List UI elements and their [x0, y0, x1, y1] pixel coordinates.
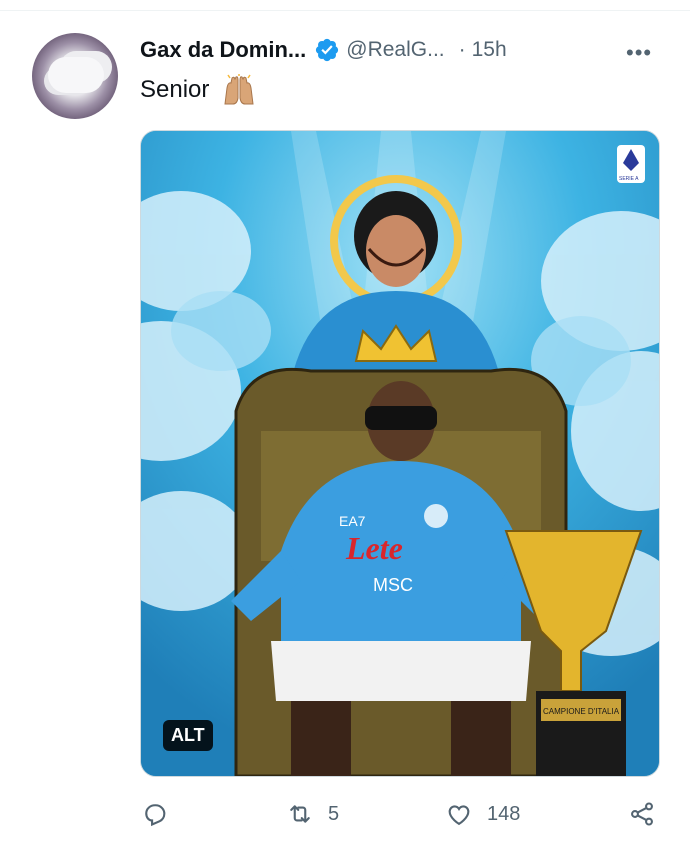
reply-icon	[145, 804, 166, 827]
action-bar: 5 148	[0, 800, 690, 834]
jersey-sponsor2: MSC	[373, 575, 413, 595]
tweet-text-content: Senior	[140, 76, 210, 103]
reply-button[interactable]	[141, 800, 183, 828]
tweet-media-image[interactable]: EA7 Lete MSC CAMPIONE D'ITALIA SERIE A	[140, 130, 660, 777]
like-count: 148	[487, 802, 521, 825]
jersey-sponsor: Lete	[345, 530, 403, 566]
tweet-header: Gax da Domin... @RealG... · 15h	[140, 35, 507, 65]
handle[interactable]: @RealG...	[346, 38, 444, 62]
avatar[interactable]	[32, 33, 118, 119]
avatar-cloud-shape	[48, 57, 104, 93]
like-button[interactable]: 148	[445, 800, 520, 828]
top-divider	[0, 10, 690, 11]
jersey-brand: EA7	[339, 513, 366, 529]
timestamp[interactable]: 15h	[472, 38, 507, 62]
tweet-text: Senior	[140, 74, 257, 106]
illustration: EA7 Lete MSC CAMPIONE D'ITALIA SERIE A	[141, 131, 659, 776]
retweet-icon	[290, 805, 310, 823]
raised-hands-emoji	[224, 74, 254, 105]
league-badge: SERIE A	[619, 176, 639, 182]
retweet-count: 5	[328, 802, 340, 825]
verified-badge-icon	[316, 38, 339, 62]
like-icon	[448, 805, 470, 826]
retweet-button[interactable]: 5	[286, 800, 339, 828]
display-name[interactable]: Gax da Domin...	[140, 37, 306, 63]
share-button[interactable]	[628, 800, 656, 828]
trophy-plate: CAMPIONE D'ITALIA	[543, 707, 620, 716]
share-icon	[631, 802, 653, 826]
more-icon[interactable]: •••	[626, 40, 652, 66]
alt-badge[interactable]: ALT	[163, 720, 213, 751]
separator-dot: ·	[458, 38, 466, 61]
